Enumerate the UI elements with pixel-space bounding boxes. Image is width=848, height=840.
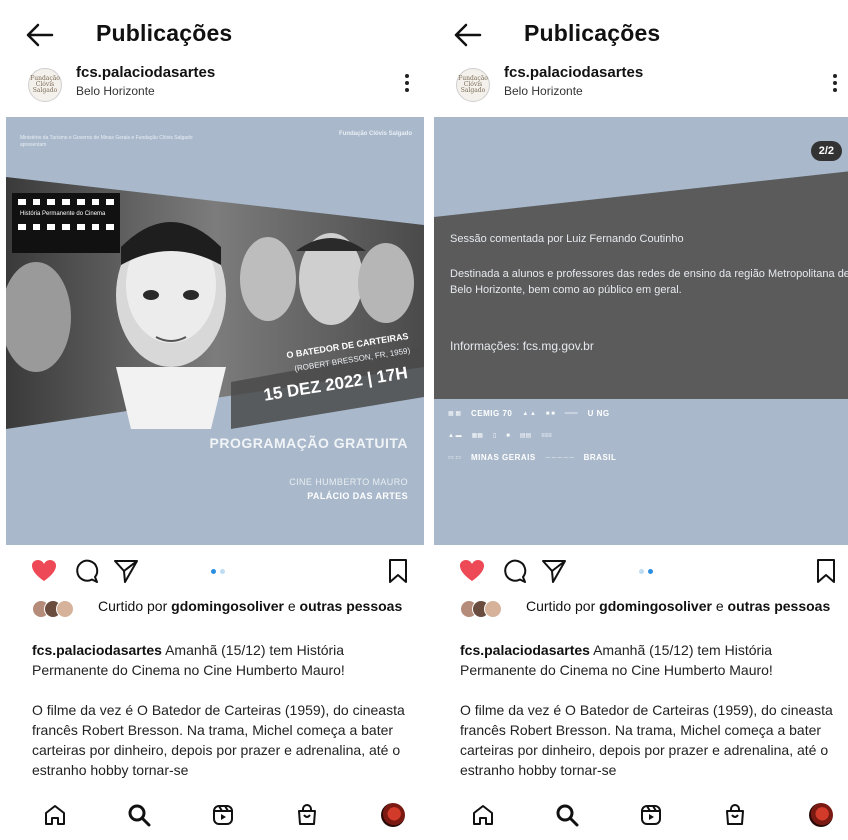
post-image[interactable]: 2/2 Sessão comentada por Luiz Fernando C… [434, 117, 848, 545]
account-name[interactable]: fcs.palaciodasartes [76, 64, 215, 81]
bottom-nav [6, 792, 424, 840]
liker-avatars [460, 600, 506, 618]
shop-icon[interactable] [292, 800, 322, 830]
info-text: Informações: fcs.mg.gov.br [450, 339, 594, 353]
others-link[interactable]: outras pessoas [300, 598, 403, 614]
page-title: Publicações [524, 20, 661, 46]
heart-icon[interactable] [30, 557, 58, 585]
back-arrow-icon[interactable] [450, 20, 490, 50]
account-name[interactable]: fcs.palaciodasartes [504, 64, 643, 81]
caption: fcs.palaciodasartes Amanhã (15/12) tem H… [32, 642, 345, 679]
carousel-counter-badge: 2/2 [810, 141, 842, 161]
more-options-icon[interactable] [830, 74, 840, 96]
liker-username[interactable]: gdomingosoliver [599, 598, 712, 614]
account-row[interactable]: Fundação Clóvis Salgado fcs.palaciodasar… [434, 60, 848, 110]
action-bar [6, 557, 424, 587]
poster-band [434, 171, 848, 399]
screen-left: Publicações Fundação Clóvis Salgado fcs.… [6, 0, 424, 840]
caption: fcs.palaciodasartes Amanhã (15/12) tem H… [460, 642, 773, 679]
liker-username[interactable]: gdomingosoliver [171, 598, 284, 614]
carousel-indicator [211, 569, 225, 574]
share-icon[interactable] [112, 557, 140, 585]
caption-username[interactable]: fcs.palaciodasartes [32, 642, 162, 658]
header: Publicações [434, 18, 848, 52]
account-avatar[interactable]: Fundação Clóvis Salgado [28, 68, 62, 102]
search-icon[interactable] [552, 800, 582, 830]
search-icon[interactable] [124, 800, 154, 830]
filmstrip-logo: História Permanente do Cinema [12, 193, 120, 253]
liker-avatars [32, 600, 78, 618]
likes-row[interactable]: Curtido por gdomingosoliver e outras pes… [32, 598, 414, 638]
header: Publicações [6, 18, 424, 52]
page-title: Publicações [96, 20, 233, 46]
filmstrip-label: História Permanente do Cinema [20, 211, 106, 217]
caption-username[interactable]: fcs.palaciodasartes [460, 642, 590, 658]
liked-by-text: Curtido por gdomingosoliver e outras pes… [98, 598, 403, 614]
post-image[interactable]: Ministério da Turismo e Governo de Minas… [6, 117, 424, 545]
profile-avatar[interactable] [806, 800, 836, 830]
carousel-indicator [639, 569, 653, 574]
poster-logo-text: Fundação Clóvis Salgado [338, 131, 412, 137]
comment-icon[interactable] [500, 557, 528, 585]
account-location[interactable]: Belo Horizonte [76, 84, 155, 98]
likes-row[interactable]: Curtido por gdomingosoliver e outras pes… [460, 598, 842, 638]
profile-avatar[interactable] [378, 800, 408, 830]
comment-icon[interactable] [72, 557, 100, 585]
venue-cine: CINE HUMBERTO MAURO [289, 477, 408, 487]
reels-icon[interactable] [636, 800, 666, 830]
program-label: PROGRAMAÇÃO GRATUITA [209, 435, 408, 451]
screen-right: Publicações Fundação Clóvis Salgado fcs.… [434, 0, 848, 840]
reels-icon[interactable] [208, 800, 238, 830]
audience-text: Destinada a alunos e professores das red… [450, 268, 848, 296]
bottom-nav [434, 792, 848, 840]
account-row[interactable]: Fundação Clóvis Salgado fcs.palaciodasar… [6, 60, 424, 110]
account-avatar[interactable]: Fundação Clóvis Salgado [456, 68, 490, 102]
home-icon[interactable] [468, 800, 498, 830]
venue-palacio: PALÁCIO DAS ARTES [307, 491, 408, 501]
bookmark-icon[interactable] [384, 557, 412, 585]
liked-by-text: Curtido por gdomingosoliver e outras pes… [526, 598, 831, 614]
session-text: Sessão comentada por Luiz Fernando Couti… [450, 233, 684, 245]
heart-icon[interactable] [458, 557, 486, 585]
share-icon[interactable] [540, 557, 568, 585]
home-icon[interactable] [40, 800, 70, 830]
sponsor-logos: ▦ ▦ CEMIG 70 ▲ ▲ ■ ■ ═══ U NG ▲ ▬ ▦▦ ▯ ■ ▤▤ ≡≡≡ ▭ … [448, 409, 617, 462]
more-options-icon[interactable] [402, 74, 412, 96]
poster-presenters: Ministério da Turismo e Governo de Minas… [20, 135, 193, 148]
account-location[interactable]: Belo Horizonte [504, 84, 583, 98]
bookmark-icon[interactable] [812, 557, 840, 585]
caption-paragraph: O filme da vez é O Batedor de Carteiras … [32, 702, 405, 779]
shop-icon[interactable] [720, 800, 750, 830]
others-link[interactable]: outras pessoas [728, 598, 831, 614]
caption-paragraph: O filme da vez é O Batedor de Carteiras … [460, 702, 833, 779]
back-arrow-icon[interactable] [22, 20, 62, 50]
action-bar [434, 557, 848, 587]
